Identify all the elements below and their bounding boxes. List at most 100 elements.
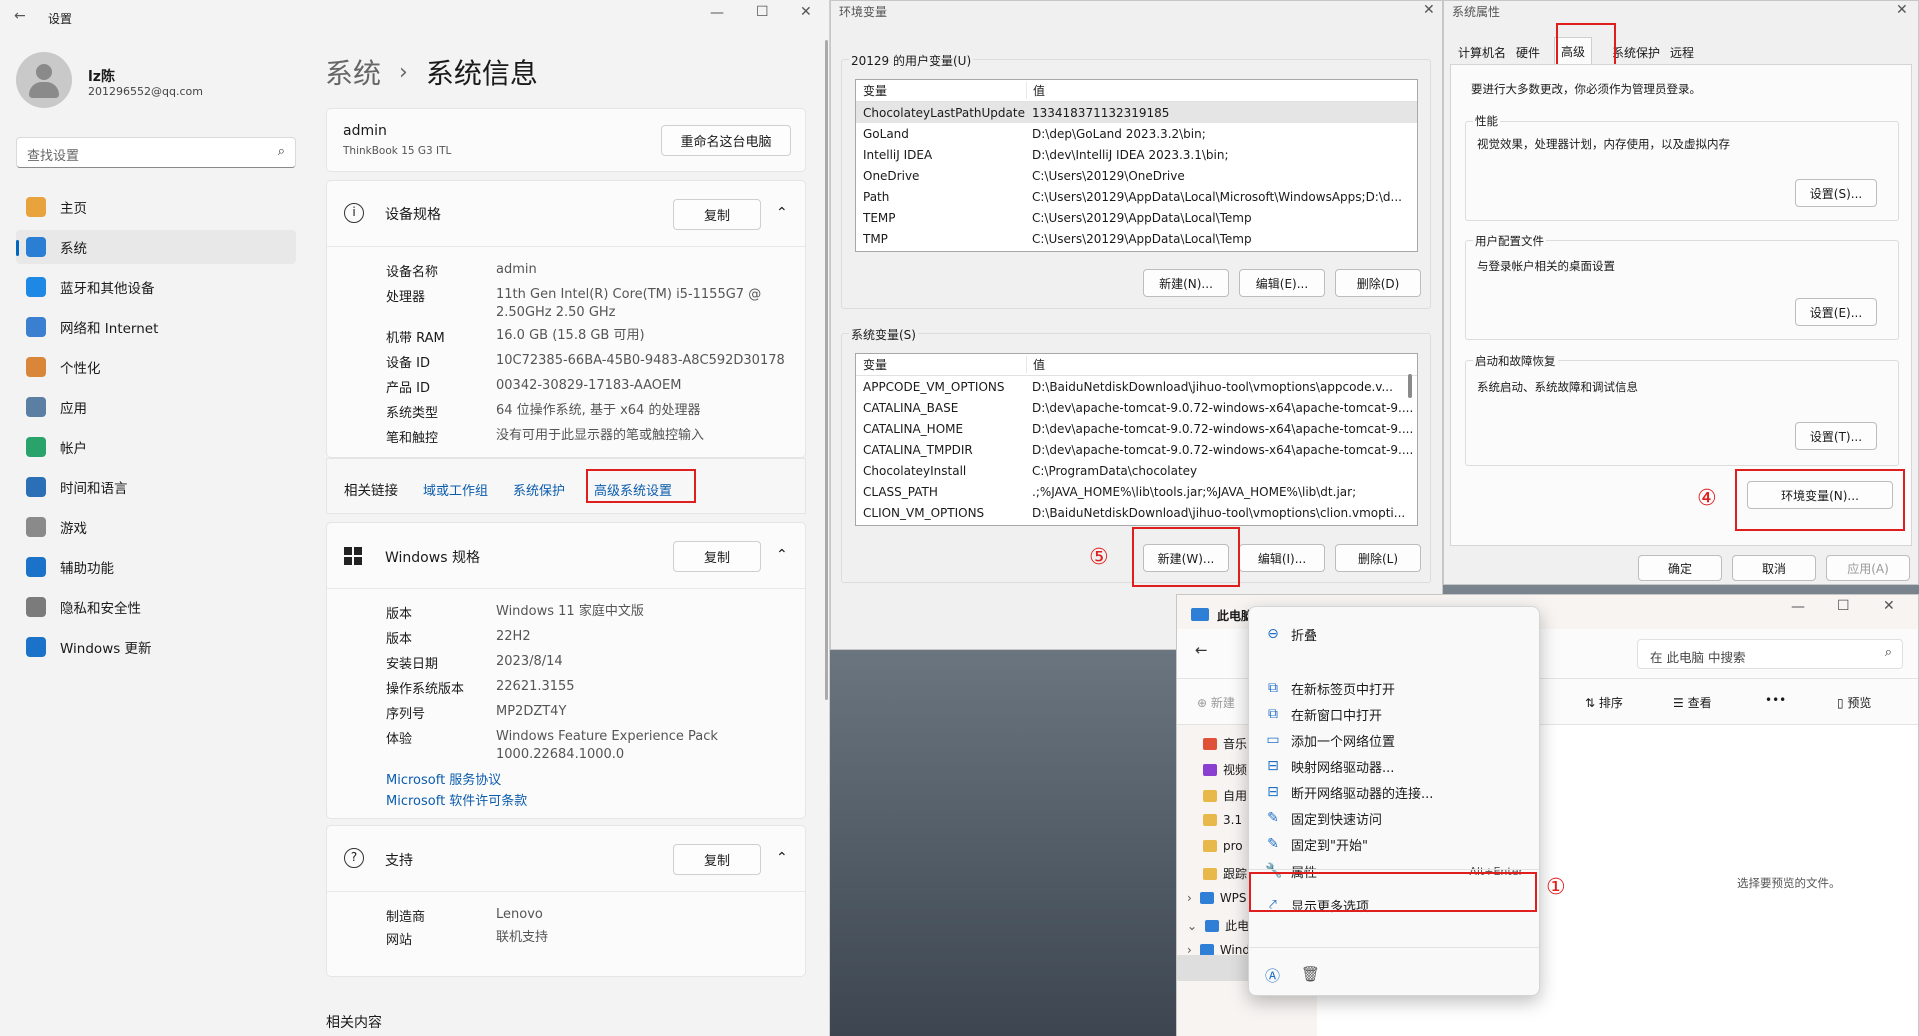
context-menu-item[interactable]: ⊖ 折叠 [1255, 619, 1533, 649]
copy-windows-spec-button[interactable]: 复制 [673, 541, 761, 572]
table-row[interactable]: GoLand D:\dep\GoLand 2023.3.2\bin; [856, 123, 1417, 144]
avatar-body-icon [29, 82, 59, 98]
support-header[interactable]: ? 支持 复制 ⌃ [327, 826, 805, 892]
tree-item[interactable]: 视频 [1203, 761, 1247, 778]
close-icon[interactable]: ✕ [800, 4, 812, 20]
back-icon[interactable]: ← [14, 8, 26, 24]
maximize-icon[interactable]: ☐ [756, 4, 769, 20]
table-row[interactable]: OneDrive C:\Users\20129\OneDrive [856, 165, 1417, 186]
apply-button[interactable]: 应用(A) [1826, 555, 1910, 581]
sidebar-item-label: 个性化 [60, 361, 101, 377]
sidebar-item[interactable]: 游戏 [16, 510, 296, 544]
windows-spec-header[interactable]: Windows 规格 复制 ⌃ [327, 523, 805, 589]
tree-item[interactable]: 跟踪 [1203, 865, 1247, 882]
var-value: .;%JAVA_HOME%\lib\tools.jar;%JAVA_HOME%\… [1032, 484, 1357, 499]
explorer-search-input[interactable]: 在 此电脑 中搜索 ⌕ [1637, 639, 1903, 669]
tree-item[interactable]: 音乐 [1203, 735, 1247, 752]
table-row[interactable]: APPCODE_VM_OPTIONS D:\BaiduNetdiskDownloa… [856, 376, 1417, 397]
table-row[interactable]: IntelliJ IDEA D:\dev\IntelliJ IDEA 2023.3… [856, 144, 1417, 165]
tree-item[interactable]: 自用 [1203, 787, 1247, 804]
online-support-link[interactable]: 联机支持 [496, 929, 696, 947]
tree-item[interactable]: pro [1203, 839, 1243, 853]
table-row[interactable]: TEMP C:\Users\20129\AppData\Local\Temp [856, 207, 1417, 228]
user-new-button[interactable]: 新建(N)... [1143, 269, 1229, 297]
performance-settings-button[interactable]: 设置(S)... [1795, 179, 1877, 207]
sidebar-item[interactable]: 隐私和安全性 [16, 590, 296, 624]
more-options-icon[interactable]: ••• [1765, 693, 1786, 707]
sys-vars-list[interactable]: 变量值 APPCODE_VM_OPTIONS D:\BaiduNetdiskDow… [855, 353, 1418, 526]
copy-support-button[interactable]: 复制 [673, 844, 761, 875]
chevron-up-icon[interactable]: ⌃ [776, 547, 788, 563]
close-icon[interactable]: ✕ [1883, 598, 1895, 614]
table-row[interactable]: CLASS_PATH .;%JAVA_HOME%\lib\tools.jar;%J… [856, 481, 1417, 502]
user-vars-list[interactable]: 变量值 ChocolateyLastPathUpdate 133418371132… [855, 79, 1418, 252]
col-var[interactable]: 变量 [856, 356, 1026, 373]
user-delete-button[interactable]: 删除(D) [1335, 269, 1421, 297]
avatar[interactable] [16, 52, 72, 108]
chevron-up-icon[interactable]: ⌃ [776, 205, 788, 221]
ms-license-terms-link[interactable]: Microsoft 软件许可条款 [386, 790, 527, 809]
tree-item[interactable]: › WPS [1187, 891, 1247, 905]
sys-edit-button[interactable]: 编辑(I)... [1239, 544, 1325, 572]
chevron-up-icon[interactable]: ⌃ [776, 850, 788, 866]
table-row[interactable]: ChocolateyInstall C:\ProgramData\chocolat… [856, 460, 1417, 481]
sidebar-item[interactable]: 蓝牙和其他设备 [16, 270, 296, 304]
sidebar-item[interactable]: 主页 [16, 190, 296, 224]
expand-chevron-icon[interactable]: › [1187, 891, 1192, 905]
startup-settings-button[interactable]: 设置(T)... [1795, 422, 1877, 450]
tab-hardware[interactable]: 硬件 [1510, 41, 1546, 63]
table-row[interactable]: Path C:\Users\20129\AppData\Local\Microso… [856, 186, 1417, 207]
table-row[interactable]: TMP C:\Users\20129\AppData\Local\Temp [856, 228, 1417, 249]
sys-vars-scrollbar[interactable] [1408, 374, 1412, 398]
new-button[interactable]: ⊕ 新建 [1197, 694, 1235, 711]
view-button[interactable]: ☰ 查看 [1673, 694, 1712, 711]
sidebar-item[interactable]: 帐户 [16, 430, 296, 464]
scrollbar[interactable] [825, 40, 828, 700]
ms-service-agreement-link[interactable]: Microsoft 服务协议 [386, 769, 501, 788]
table-row[interactable]: ChocolateyLastPathUpdate 1334183711323191… [856, 102, 1417, 123]
search-input[interactable]: 查找设置 ⌕ [16, 137, 296, 168]
tree-item[interactable]: 3.1 [1203, 813, 1242, 827]
sidebar-item[interactable]: Windows 更新 [16, 630, 296, 664]
sidebar-item[interactable]: 应用 [16, 390, 296, 424]
tab-remote[interactable]: 远程 [1664, 41, 1700, 63]
device-spec-header[interactable]: i 设备规格 复制 ⌃ [327, 181, 805, 247]
maximize-icon[interactable]: ☐ [1837, 598, 1850, 614]
sidebar-item[interactable]: 时间和语言 [16, 470, 296, 504]
table-row[interactable]: CATALINA_TMPDIR D:\dev\apache-tomcat-9.0.… [856, 439, 1417, 460]
minimize-icon[interactable]: — [710, 5, 724, 21]
domain-workgroup-link[interactable]: 域或工作组 [423, 480, 488, 499]
preview-button[interactable]: ▯ 预览 [1837, 694, 1871, 711]
var-value: C:\Users\20129\AppData\Local\Temp [1032, 231, 1252, 246]
tab-computer-name[interactable]: 计算机名 [1452, 41, 1512, 63]
sidebar-item[interactable]: 辅助功能 [16, 550, 296, 584]
table-row[interactable]: CATALINA_HOME D:\dev\apache-tomcat-9.0.72… [856, 418, 1417, 439]
context-menu-item[interactable]: ✎ 固定到"开始" [1255, 829, 1533, 859]
col-val[interactable]: 值 [1026, 356, 1045, 373]
close-icon[interactable]: ✕ [1423, 2, 1435, 18]
sidebar-item[interactable]: 个性化 [16, 350, 296, 384]
col-val[interactable]: 值 [1026, 82, 1045, 99]
cancel-button[interactable]: 取消 [1732, 555, 1816, 581]
col-var[interactable]: 变量 [856, 82, 1026, 99]
table-row[interactable]: CATALINA_BASE D:\dev\apache-tomcat-9.0.72… [856, 397, 1417, 418]
sys-delete-button[interactable]: 删除(L) [1335, 544, 1421, 572]
trash-icon[interactable]: 🗑 [1301, 965, 1320, 983]
sidebar-item[interactable]: 网络和 Internet [16, 310, 296, 344]
minimize-icon[interactable]: — [1791, 599, 1805, 615]
var-value: D:\BaiduNetdiskDownload\jihuo-tool\vmopt… [1032, 379, 1393, 394]
user-edit-button[interactable]: 编辑(E)... [1239, 269, 1325, 297]
sidebar-item[interactable]: 系统 [16, 230, 296, 264]
close-icon[interactable]: ✕ [1896, 2, 1908, 18]
profile-settings-button[interactable]: 设置(E)... [1795, 298, 1877, 326]
system-protection-link[interactable]: 系统保护 [513, 480, 565, 499]
copy-spec-button[interactable]: 复制 [673, 199, 761, 230]
ok-button[interactable]: 确定 [1638, 555, 1722, 581]
rename-pc-button[interactable]: 重命名这台电脑 [661, 125, 791, 156]
rename-icon[interactable]: Ⓐ [1265, 965, 1280, 986]
expand-chevron-icon[interactable]: ⌄ [1187, 919, 1197, 933]
back-icon[interactable]: ← [1195, 641, 1208, 659]
breadcrumb-parent[interactable]: 系统 [325, 52, 381, 92]
table-row[interactable]: CLION_VM_OPTIONS D:\BaiduNetdiskDownload\… [856, 502, 1417, 523]
sort-button[interactable]: ⇅ 排序 [1585, 694, 1623, 711]
